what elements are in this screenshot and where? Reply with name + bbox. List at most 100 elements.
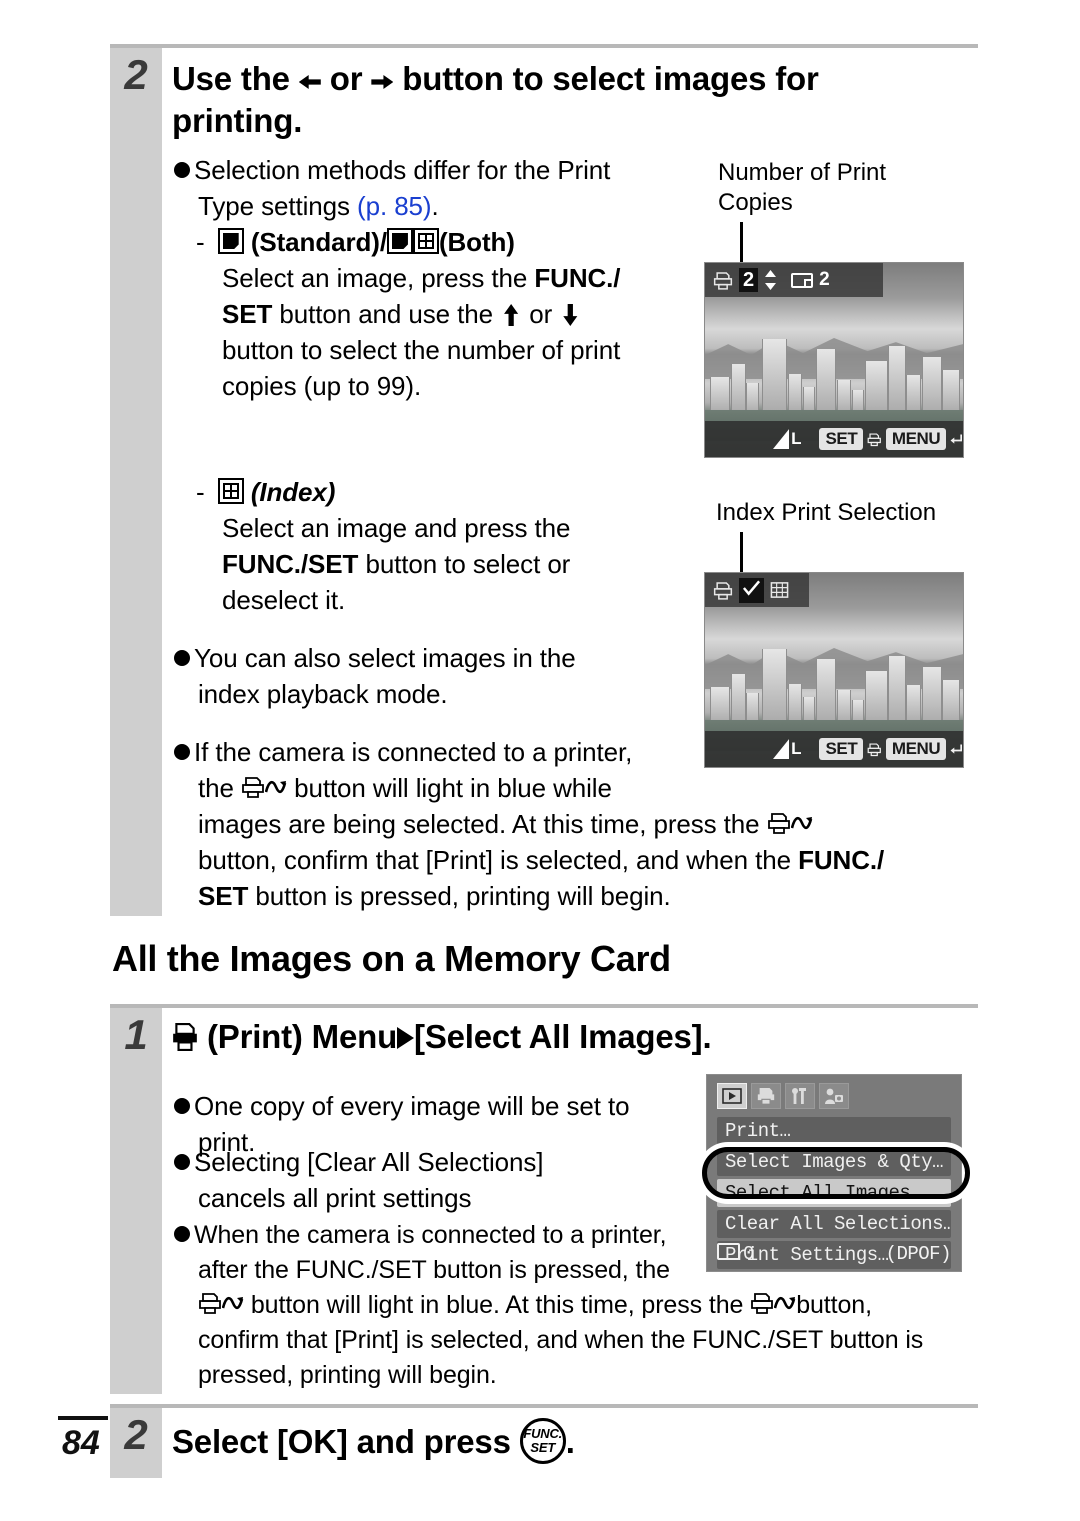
step1-heading-part1: (Print) Menu [206,1018,398,1055]
share-squiggle-glyph-3 [222,1297,244,1310]
funcset-line1: FUNC. [523,1426,563,1441]
footer-count: 0 [743,1243,754,1265]
share-squiggle-glyph-4 [774,1297,796,1310]
city-skyline-2 [705,643,963,725]
set-button-chip-2: SET [819,738,864,760]
callout-copies-line2: Copies [718,189,793,216]
page-number: 84 [62,1424,100,1462]
menu-item-print[interactable]: Print… [717,1117,951,1145]
menu-item-clear-all-selections[interactable]: Clear All Selections… [717,1210,951,1238]
bullet-dot-5 [174,1154,190,1170]
printer-glyph [242,777,264,798]
up-arrow-icon [500,304,522,326]
quality-icon [773,429,790,449]
step1-bullet3-line2: after the FUNC./SET button is pressed, t… [198,1256,670,1284]
bullet-dot-2 [174,650,190,666]
quality-icon-2 [773,739,790,759]
copies-count: 2 [739,268,759,292]
printer-glyph-4 [751,1293,774,1314]
arrow-right-triangle-icon [397,1027,415,1049]
funcset-button-icon: FUNC. SET [519,1418,566,1464]
standard-print-icon [217,228,244,254]
sub2-line1: Select an image and press the [222,513,571,543]
step1-bullet3-line3: button will light in blue. At this time,… [250,1291,744,1319]
step1-bullet3-line4: confirm that [Print] is selected, and wh… [198,1326,924,1354]
menu-item-select-images-qty[interactable]: Select Images & Qty… [717,1148,951,1176]
bullet3-set: SET [198,881,249,911]
section-heading: All the Images on a Memory Card [112,938,671,979]
manual-page: 2 Use the or button to select images for… [0,0,1080,1521]
sub1-line4: copies (up to 99). [222,371,422,401]
bullet-dot [174,162,190,178]
up-down-arrows-icon [765,270,777,290]
lcd-copies-bottom-bar: L SET MENU [705,421,963,457]
print-menu-icon [172,1019,198,1051]
sub2-line2b: button to select or [365,549,571,579]
bullet-dot-3 [174,744,190,760]
step2-bottom-text: Select [OK] and press [172,1423,511,1460]
page-reference-link[interactable]: (p. 85) [357,191,432,221]
index-label: (Index) [250,477,336,507]
menu-button-chip: MENU [885,428,947,450]
sub1-line2b: button and use the [279,299,493,329]
standard-print-icon-2 [386,228,413,254]
quality-label: L [791,429,802,448]
bullet1-line2: Type settings [198,191,350,221]
dpof-badge: (DPOF) [885,1243,952,1265]
step2-heading-part4: printing. [172,102,303,139]
share-squiggle-glyph-2 [790,817,812,830]
printer-icon [757,1087,775,1105]
step1-bullet2-line1: Selecting [Clear All Selections] [194,1147,544,1177]
quality-label-2: L [791,739,802,758]
callout-number-of-copies: Number of Print Copies [718,158,968,218]
print-icon-bottom-2 [867,742,882,756]
page-number-rule [58,1416,108,1420]
index-grid-icon-osd [770,582,789,598]
both-label: (Both) [438,227,515,257]
step1-bullet3-line1: When the camera is connected to a printe… [194,1221,667,1249]
step2-heading-part1: Use the [172,60,290,97]
step1-bullet2-line2: cancels all print settings [198,1183,472,1213]
down-arrow-icon [559,304,581,326]
print-menu-footer: 0 (DPOF) [717,1243,952,1265]
setup-tab[interactable] [785,1083,815,1109]
callout-index-label: Index Print Selection [716,499,937,526]
sub1-set: SET [222,299,273,329]
sub1-line1a: Select an image, press the [222,263,528,293]
frame-icon [791,272,814,288]
city-skyline [705,333,963,415]
callout-index-leader [740,532,743,574]
step2-top-number: 2 [124,51,148,98]
step2-heading-part2: or [329,60,363,97]
printer-glyph-2 [767,813,790,834]
printer-glyph-3 [199,1293,221,1314]
lcd-copies-osd: 2 2 [705,263,883,297]
step2-top-rail [110,48,162,916]
my-camera-tab[interactable] [819,1083,849,1109]
return-arrow-icon-2 [950,744,963,754]
step2-top-rule [110,44,978,48]
menu-tabs [717,1083,849,1109]
step2-bottom-number: 2 [124,1411,148,1458]
step2-top-heading: Use the or button to select images for p… [172,58,972,142]
step1-bullet3-line3b: button, [796,1291,872,1319]
bullet3-line4a: button, confirm that [Print] is selected… [198,845,791,875]
lcd-screen-copies: 2 2 L SET MENU [704,262,964,458]
step2-heading-part3: button to select images for [402,60,819,97]
menu-item-select-all-images[interactable]: Select All Images… [717,1179,951,1207]
print-icon-bottom [867,432,882,446]
callout-copies-line1: Number of Print [718,159,887,186]
sub2-line3: deselect it. [222,585,346,615]
step1-bullet-2: Selecting [Clear All Selections] cancels… [174,1144,694,1216]
step2-bullet-2: You can also select images in the index … [174,640,694,712]
right-arrow-icon [371,71,393,93]
step1-heading-part2: [Select All Images]. [414,1018,712,1055]
step2-bottom-rule [110,1404,978,1408]
dash-marker-2: - [196,477,205,507]
bullet1-line1: Selection methods differ for the Print [194,155,611,185]
print-tab[interactable] [751,1083,781,1109]
lcd-index-bottom-bar: L SET MENU [705,731,963,767]
set-button-chip: SET [819,428,864,450]
frame-count: 2 [819,269,830,290]
playback-tab[interactable] [717,1083,747,1109]
